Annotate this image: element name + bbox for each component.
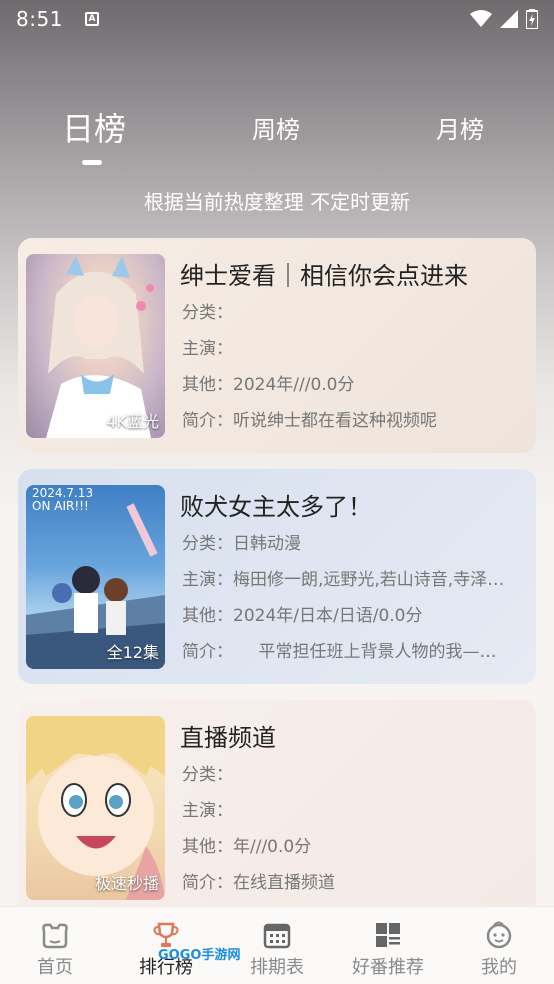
tab-daily[interactable]: 日榜 bbox=[62, 104, 126, 150]
grid-icon bbox=[376, 923, 400, 947]
ranking-subtitle: 根据当前热度整理 不定时更新 bbox=[143, 190, 411, 214]
cast-field: 主演：梅田修一朗,远野光,若山诗音,寺泽… bbox=[182, 570, 505, 590]
nav-profile-label: 我的 bbox=[481, 957, 517, 978]
cast-field: 主演： bbox=[182, 339, 233, 359]
list-item[interactable]: 2024.7.13 ON AIR!!! 全12集 败犬女主太多了！ 分类：日韩动… bbox=[18, 469, 536, 684]
cover-image[interactable]: 极速秒播 bbox=[26, 716, 165, 900]
nav-home[interactable]: 首页 bbox=[5, 921, 105, 979]
intro-field: 简介：在线直播频道 bbox=[182, 873, 335, 893]
nav-recommend[interactable]: 好番推荐 bbox=[338, 921, 438, 979]
cover-tag: 全12集 bbox=[106, 643, 159, 662]
other-field: 其他：年///0.0分 bbox=[182, 837, 312, 857]
card-title[interactable]: 直播频道 bbox=[180, 718, 276, 753]
nav-home-label: 首页 bbox=[37, 957, 73, 978]
nav-recommend-label: 好番推荐 bbox=[352, 957, 424, 978]
calendar-icon bbox=[263, 923, 291, 949]
bottom-navigation: 首页 排行榜 排期表 好番推荐 我的 bbox=[0, 906, 554, 984]
active-tab-indicator bbox=[82, 160, 102, 165]
nav-profile[interactable]: 我的 bbox=[449, 921, 549, 979]
baby-icon bbox=[486, 921, 512, 949]
card-title[interactable]: 绅士爱看｜相信你会点进来 bbox=[180, 256, 468, 291]
status-bar: 8:51 A bbox=[0, 0, 554, 38]
cover-tag: 4K蓝光 bbox=[106, 412, 159, 431]
signal-icon bbox=[500, 10, 518, 28]
cover-onair-text: ON AIR!!! bbox=[32, 499, 89, 513]
intro-field: 简介：听说绅士都在看这种视频呢 bbox=[182, 411, 437, 431]
accessibility-icon: A bbox=[84, 12, 99, 26]
cover-image[interactable]: 2024.7.13 ON AIR!!! 全12集 bbox=[26, 485, 165, 669]
ranking-tabs: 日榜 周榜 月榜 bbox=[0, 110, 554, 170]
intro-field: 简介： 平常担任班上背景人物的我—… bbox=[182, 642, 497, 662]
category-field: 分类： bbox=[182, 765, 233, 785]
cover-tag: 极速秒播 bbox=[94, 874, 159, 893]
watermark-logo: GOGO手游网 bbox=[158, 948, 241, 963]
bear-icon bbox=[42, 923, 68, 949]
battery-icon bbox=[526, 9, 538, 29]
wifi-icon bbox=[470, 10, 492, 27]
tab-monthly[interactable]: 月榜 bbox=[436, 110, 484, 145]
category-field: 分类： bbox=[182, 303, 233, 323]
nav-schedule-label: 排期表 bbox=[250, 957, 304, 978]
list-item[interactable]: 极速秒播 直播频道 分类： 主演： 其他：年///0.0分 简介：在线直播频道 bbox=[18, 700, 536, 915]
other-field: 其他：2024年///0.0分 bbox=[182, 375, 355, 395]
nav-schedule[interactable]: 排期表 bbox=[227, 921, 327, 979]
card-title[interactable]: 败犬女主太多了！ bbox=[180, 487, 372, 522]
cast-field: 主演： bbox=[182, 801, 233, 821]
status-time: 8:51 bbox=[16, 7, 63, 31]
category-field: 分类：日韩动漫 bbox=[182, 534, 301, 554]
tab-weekly[interactable]: 周榜 bbox=[252, 110, 300, 145]
other-field: 其他：2024年/日本/日语/0.0分 bbox=[182, 606, 423, 626]
list-item[interactable]: 4K蓝光 绅士爱看｜相信你会点进来 分类： 主演： 其他：2024年///0.0… bbox=[18, 238, 536, 453]
cover-image[interactable]: 4K蓝光 bbox=[26, 254, 165, 438]
